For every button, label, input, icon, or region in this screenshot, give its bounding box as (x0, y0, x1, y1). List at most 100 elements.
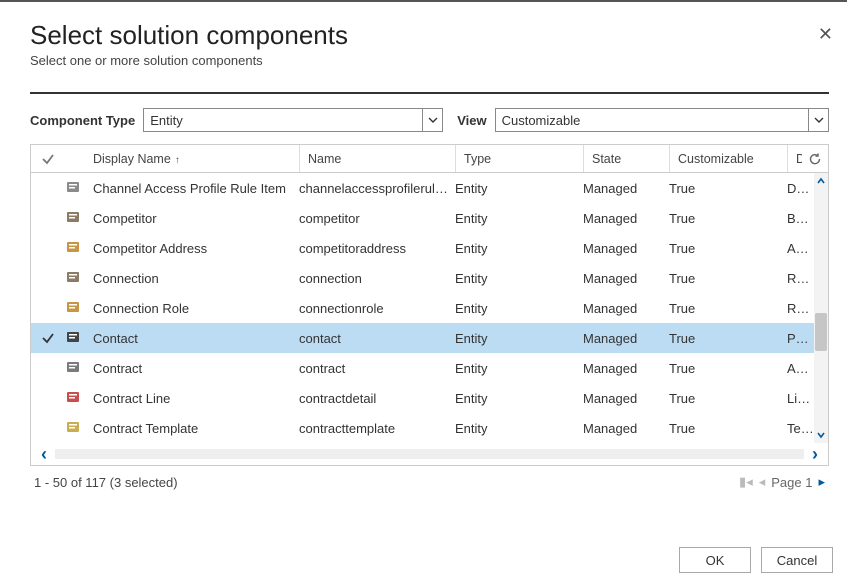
cancel-button[interactable]: Cancel (761, 547, 833, 573)
cell-state: Managed (583, 211, 669, 226)
table-row[interactable]: Contract LinecontractdetailEntityManaged… (31, 383, 828, 413)
scroll-left-icon[interactable]: ‹ (33, 444, 55, 465)
pager-first-icon[interactable]: ▮◂ (739, 474, 753, 490)
cell-desc: Defines (787, 181, 814, 196)
col-display-name[interactable]: Display Name↑ (91, 152, 299, 166)
table-row[interactable]: Competitor AddresscompetitoraddressEntit… (31, 233, 828, 263)
close-button[interactable]: ✕ (818, 24, 833, 45)
cell-type: Entity (455, 301, 583, 316)
cell-state: Managed (583, 421, 669, 436)
component-type-value: Entity (150, 113, 183, 128)
view-value: Customizable (502, 113, 581, 128)
cell-displayName: Contact (91, 331, 299, 346)
entity-icon (65, 329, 91, 348)
component-type-label: Component Type (30, 113, 135, 128)
cell-type: Entity (455, 181, 583, 196)
cell-desc: Relatio (787, 271, 814, 286)
table-row[interactable]: CompetitorcompetitorEntityManagedTrueBus… (31, 203, 828, 233)
cell-customizable: True (669, 271, 787, 286)
cell-type: Entity (455, 331, 583, 346)
scroll-up-icon[interactable] (814, 173, 828, 189)
cell-type: Entity (455, 361, 583, 376)
cell-name: channelaccessprofileruleite... (299, 181, 455, 196)
cell-customizable: True (669, 391, 787, 406)
cell-desc: Busines (787, 211, 814, 226)
cell-customizable: True (669, 421, 787, 436)
cell-state: Managed (583, 391, 669, 406)
cell-displayName: Connection (91, 271, 299, 286)
cell-state: Managed (583, 241, 669, 256)
cell-displayName: Contract Template (91, 421, 299, 436)
cell-name: connectionrole (299, 301, 455, 316)
col-type[interactable]: Type (455, 145, 583, 172)
col-description[interactable]: Desc (787, 145, 802, 172)
cell-customizable: True (669, 331, 787, 346)
cell-desc: Agreen (787, 361, 814, 376)
table-row[interactable]: ConnectionconnectionEntityManagedTrueRel… (31, 263, 828, 293)
cell-name: competitor (299, 211, 455, 226)
select-all-checkbox[interactable] (31, 152, 65, 166)
component-type-select[interactable]: Entity (143, 108, 443, 132)
dialog-subtitle: Select one or more solution components (30, 53, 829, 68)
chevron-down-icon (808, 109, 828, 131)
cell-type: Entity (455, 271, 583, 286)
cell-name: contracttemplate (299, 421, 455, 436)
cell-state: Managed (583, 301, 669, 316)
cell-type: Entity (455, 241, 583, 256)
entity-icon (65, 359, 91, 378)
table-row[interactable]: Channel Access Profile Rule Itemchannela… (31, 173, 828, 203)
col-customizable[interactable]: Customizable (669, 145, 787, 172)
cell-state: Managed (583, 361, 669, 376)
cell-desc: Additic (787, 241, 814, 256)
cell-state: Managed (583, 331, 669, 346)
cell-name: contract (299, 361, 455, 376)
cell-desc: Role de (787, 301, 814, 316)
ok-button[interactable]: OK (679, 547, 751, 573)
dialog-title: Select solution components (30, 20, 829, 51)
pager-next-icon[interactable]: ▸ (818, 474, 825, 490)
cell-desc: Person (787, 331, 814, 346)
cell-type: Entity (455, 211, 583, 226)
entity-icon (65, 419, 91, 438)
scroll-right-icon[interactable]: › (804, 444, 826, 465)
cell-displayName: Contract (91, 361, 299, 376)
scrollbar-thumb[interactable] (815, 313, 827, 351)
sort-asc-icon: ↑ (175, 155, 180, 166)
cell-name: competitoraddress (299, 241, 455, 256)
grid-body: Channel Access Profile Rule Itemchannela… (31, 173, 828, 443)
table-row[interactable]: Connection RoleconnectionroleEntityManag… (31, 293, 828, 323)
cell-customizable: True (669, 181, 787, 196)
grid-header: Display Name↑ Name Type State Customizab… (31, 145, 828, 173)
cell-displayName: Competitor (91, 211, 299, 226)
cell-name: contact (299, 331, 455, 346)
col-state[interactable]: State (583, 145, 669, 172)
scroll-down-icon[interactable] (814, 427, 828, 443)
horizontal-scrollbar[interactable]: ‹ › (31, 443, 828, 465)
pager-page-label: Page 1 (771, 475, 812, 490)
cell-desc: Line ite (787, 391, 814, 406)
table-row[interactable]: ContractcontractEntityManagedTrueAgreen (31, 353, 828, 383)
row-checkbox[interactable] (31, 331, 65, 345)
cell-displayName: Channel Access Profile Rule Item (91, 181, 299, 196)
cell-displayName: Competitor Address (91, 241, 299, 256)
view-select[interactable]: Customizable (495, 108, 829, 132)
entity-icon (65, 209, 91, 228)
cell-customizable: True (669, 211, 787, 226)
table-row[interactable]: Contract TemplatecontracttemplateEntityM… (31, 413, 828, 443)
view-label: View (457, 113, 486, 128)
table-row[interactable]: ContactcontactEntityManagedTruePerson (31, 323, 828, 353)
cell-desc: Templa (787, 421, 814, 436)
entity-icon (65, 179, 91, 198)
entity-icon (65, 299, 91, 318)
cell-type: Entity (455, 421, 583, 436)
pager-status: 1 - 50 of 117 (3 selected) (34, 475, 178, 490)
vertical-scrollbar[interactable] (814, 173, 828, 443)
cell-customizable: True (669, 241, 787, 256)
cell-name: contractdetail (299, 391, 455, 406)
divider (30, 92, 829, 94)
scrollbar-track[interactable] (55, 449, 804, 459)
pager-prev-icon[interactable]: ◂ (759, 474, 766, 490)
entity-icon (65, 269, 91, 288)
col-name[interactable]: Name (299, 145, 455, 172)
refresh-button[interactable] (802, 152, 828, 166)
